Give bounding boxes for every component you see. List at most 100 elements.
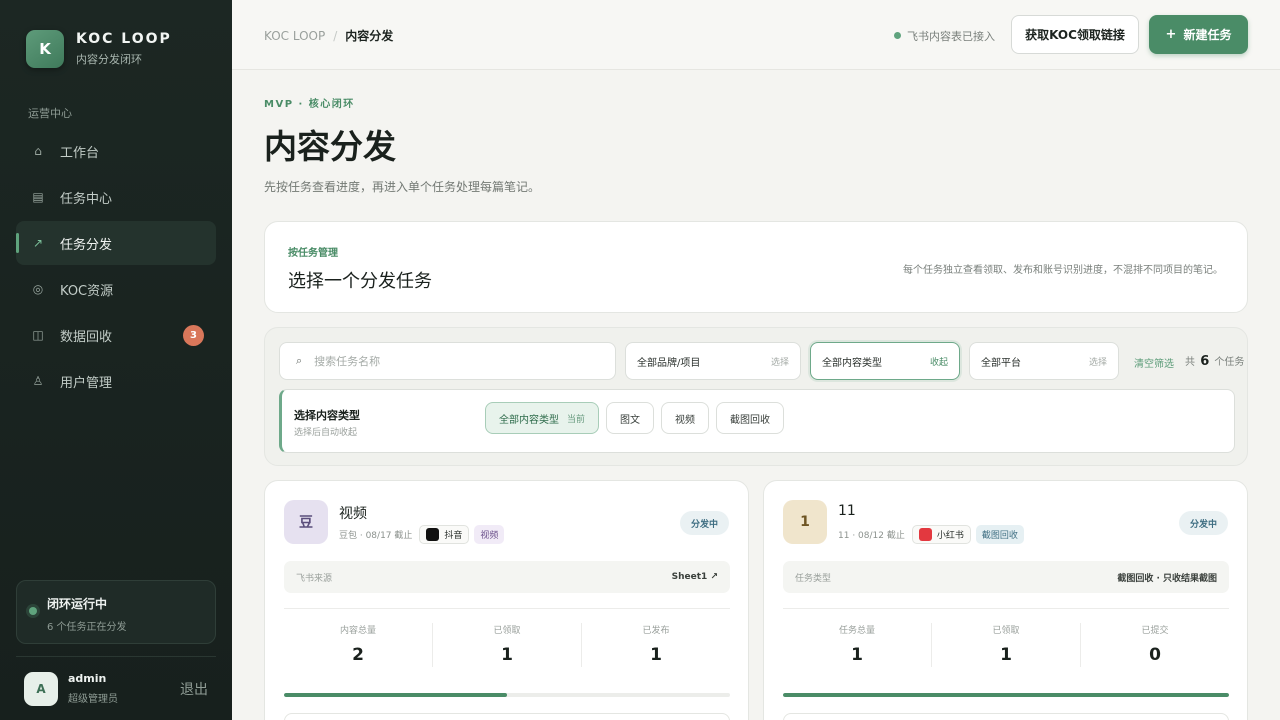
breadcrumb-current: 内容分发 [345, 29, 394, 43]
divider [783, 608, 1229, 609]
content-type-option[interactable]: 截图回收 [716, 402, 785, 434]
page-eyebrow: MVP · 核心闭环 [264, 99, 355, 110]
platform-select[interactable]: 全部平台 选择 [969, 342, 1119, 380]
content-type-option-label: 截图回收 [730, 414, 771, 426]
avatar[interactable]: A [24, 671, 58, 706]
connection-status: 飞书内容表已接入 [894, 28, 995, 44]
breadcrumb-root[interactable]: KOC LOOP [264, 29, 325, 43]
user-profile: A admin 超级管理员 退出 [16, 656, 216, 720]
stat-value: 2 [352, 645, 364, 665]
platform-name: 抖音 [444, 531, 463, 541]
content-type-option-label: 图文 [620, 414, 641, 426]
task-meta: 11 · 08/12 截止 小红书 截图回收 [838, 525, 1024, 544]
notification-badge: 3 [183, 325, 204, 346]
stat: 已提交 0 [1081, 623, 1229, 667]
koc-resource-icon: ◎ [32, 282, 44, 296]
manage-note: 每个任务独立查看领取、发布和账号识别进度，不混排不同项目的笔记。 [903, 265, 1223, 276]
info-value: Sheet1 ↗ [671, 572, 718, 582]
logout-button[interactable]: 退出 [180, 679, 208, 699]
content-type-option[interactable]: 图文 [606, 402, 655, 434]
task-meta-text: 11 · 08/12 截止 [838, 531, 905, 541]
sidebar: K KOC LOOP 内容分发闭环 运营中心 ⌂ 工作台 ▤ 任务中心 ↗ 任务分发 ◎ KO… [0, 0, 232, 720]
content-type-option-label: 全部内容类型 [499, 414, 559, 426]
platform-select-action: 选择 [1088, 357, 1107, 368]
stat-label: 已发布 [642, 626, 670, 636]
status-title: 闭环运行中 [47, 597, 108, 611]
connection-dot-icon [894, 32, 901, 39]
task-card[interactable]: 1 11 11 · 08/12 截止 小红书 截图回收 分发中 任务类型 截图回收 · 只收结… [763, 480, 1248, 720]
task-meta-text: 豆包 · 08/17 截止 [339, 531, 413, 541]
status-badge: 分发中 [679, 511, 729, 535]
filter-panel: ⌕ 全部品牌/项目 选择 全部内容类型 收起 全部平台 选择 清空筛选 共 6 … [264, 327, 1248, 466]
sidebar-item-0[interactable]: ⌂ 工作台 [16, 129, 216, 173]
info-key: 飞书来源 [296, 573, 333, 584]
content-type-select-value: 全部内容类型 [822, 357, 882, 369]
platform-tag: 抖音 [419, 525, 470, 544]
content-type-options: 全部内容类型 当前 图文 视频 截图回收 [485, 402, 791, 434]
brand-project-select[interactable]: 全部品牌/项目 选择 [625, 342, 801, 380]
task-card[interactable]: 豆视频 豆包 · 08/17 截止 抖音 视频 分发中 飞书来源 Sheet1 ↗ 内容总量 2… [264, 480, 749, 720]
content-type-option[interactable]: 视频 [661, 402, 710, 434]
task-meta: 豆包 · 08/17 截止 抖音 视频 [339, 525, 505, 544]
content-type-option[interactable]: 全部内容类型 当前 [485, 402, 600, 434]
platform-select-value: 全部平台 [981, 357, 1021, 369]
info-key: 任务类型 [795, 573, 832, 584]
type-panel-title: 选择内容类型 [294, 409, 360, 422]
clear-filters-button[interactable]: 清空筛选 [1134, 355, 1174, 370]
sidebar-item-2[interactable]: ↗ 任务分发 [16, 221, 216, 265]
data-recovery-icon: ◫ [32, 328, 44, 342]
type-panel-subtitle: 选择后自动收起 [294, 428, 358, 438]
stat-label: 内容总量 [339, 626, 376, 636]
task-info-row[interactable]: 任务类型 截图回收 · 只收结果截图 [783, 561, 1229, 593]
info-value: 截图回收 · 只收结果截图 [1117, 573, 1217, 584]
status-subtitle: 6 个任务正在分发 [47, 622, 127, 633]
task-info-row[interactable]: 飞书来源 Sheet1 ↗ [284, 561, 730, 593]
content-type-option-label: 视频 [675, 414, 696, 426]
task-name[interactable]: 11 [838, 503, 856, 519]
sidebar-item-3[interactable]: ◎ KOC资源 [16, 267, 216, 311]
content-type-tag: 视频 [474, 525, 505, 544]
user-role: 超级管理员 [68, 694, 118, 705]
brand[interactable]: K KOC LOOP 内容分发闭环 [26, 30, 172, 68]
task-avatar: 豆 [284, 500, 328, 544]
stat-value: 1 [1000, 645, 1012, 665]
progress-bar [284, 693, 730, 697]
total-count: 共 6 个任务 [1185, 353, 1244, 369]
user-name: admin [68, 672, 107, 685]
stat: 内容总量 2 [284, 623, 433, 667]
get-koc-link-button[interactable]: 获取KOC领取链接 [1011, 15, 1139, 54]
sidebar-item-1[interactable]: ▤ 任务中心 [16, 175, 216, 219]
status-dot-icon [29, 607, 37, 615]
task-name[interactable]: 视频 [339, 503, 367, 523]
task-manage-card: 按任务管理 选择一个分发任务 每个任务独立查看领取、发布和账号识别进度，不混排不… [264, 221, 1248, 313]
sidebar-item-4[interactable]: ◫ 数据回收 3 [16, 313, 216, 357]
brand-project-select-value: 全部品牌/项目 [637, 357, 701, 369]
stat-value: 1 [650, 645, 662, 665]
sidebar-item-5[interactable]: ♙ 用户管理 [16, 359, 216, 403]
platform-name: 小红书 [936, 531, 964, 541]
topbar: KOC LOOP / 内容分发 飞书内容表已接入 获取KOC领取链接 + 新建任务 [232, 0, 1280, 70]
status-badge: 分发中 [1178, 511, 1228, 535]
breadcrumb: KOC LOOP / 内容分发 [264, 27, 393, 44]
stat-label: 任务总量 [838, 626, 875, 636]
stat-label: 已领取 [992, 626, 1020, 636]
search-input[interactable] [314, 354, 595, 368]
card-footer [783, 713, 1229, 720]
loop-status-card: 闭环运行中 6 个任务正在分发 [16, 580, 216, 644]
home-icon: ⌂ [34, 144, 42, 158]
manage-kicker: 按任务管理 [288, 248, 338, 259]
stat-value: 1 [501, 645, 513, 665]
progress-fill [284, 693, 507, 697]
sidebar-item-label: 任务分发 [60, 237, 113, 253]
breadcrumb-separator: / [333, 29, 338, 43]
brand-logo: K [26, 30, 64, 68]
stat-label: 已提交 [1141, 626, 1169, 636]
stat: 已领取 1 [433, 623, 582, 667]
content-type-select[interactable]: 全部内容类型 收起 [810, 342, 960, 380]
card-footer [284, 713, 730, 720]
task-avatar: 1 [783, 500, 827, 544]
new-task-button[interactable]: + 新建任务 [1149, 15, 1248, 54]
divider [284, 608, 730, 609]
search-box[interactable]: ⌕ [279, 342, 616, 380]
stat-label: 已领取 [493, 626, 521, 636]
